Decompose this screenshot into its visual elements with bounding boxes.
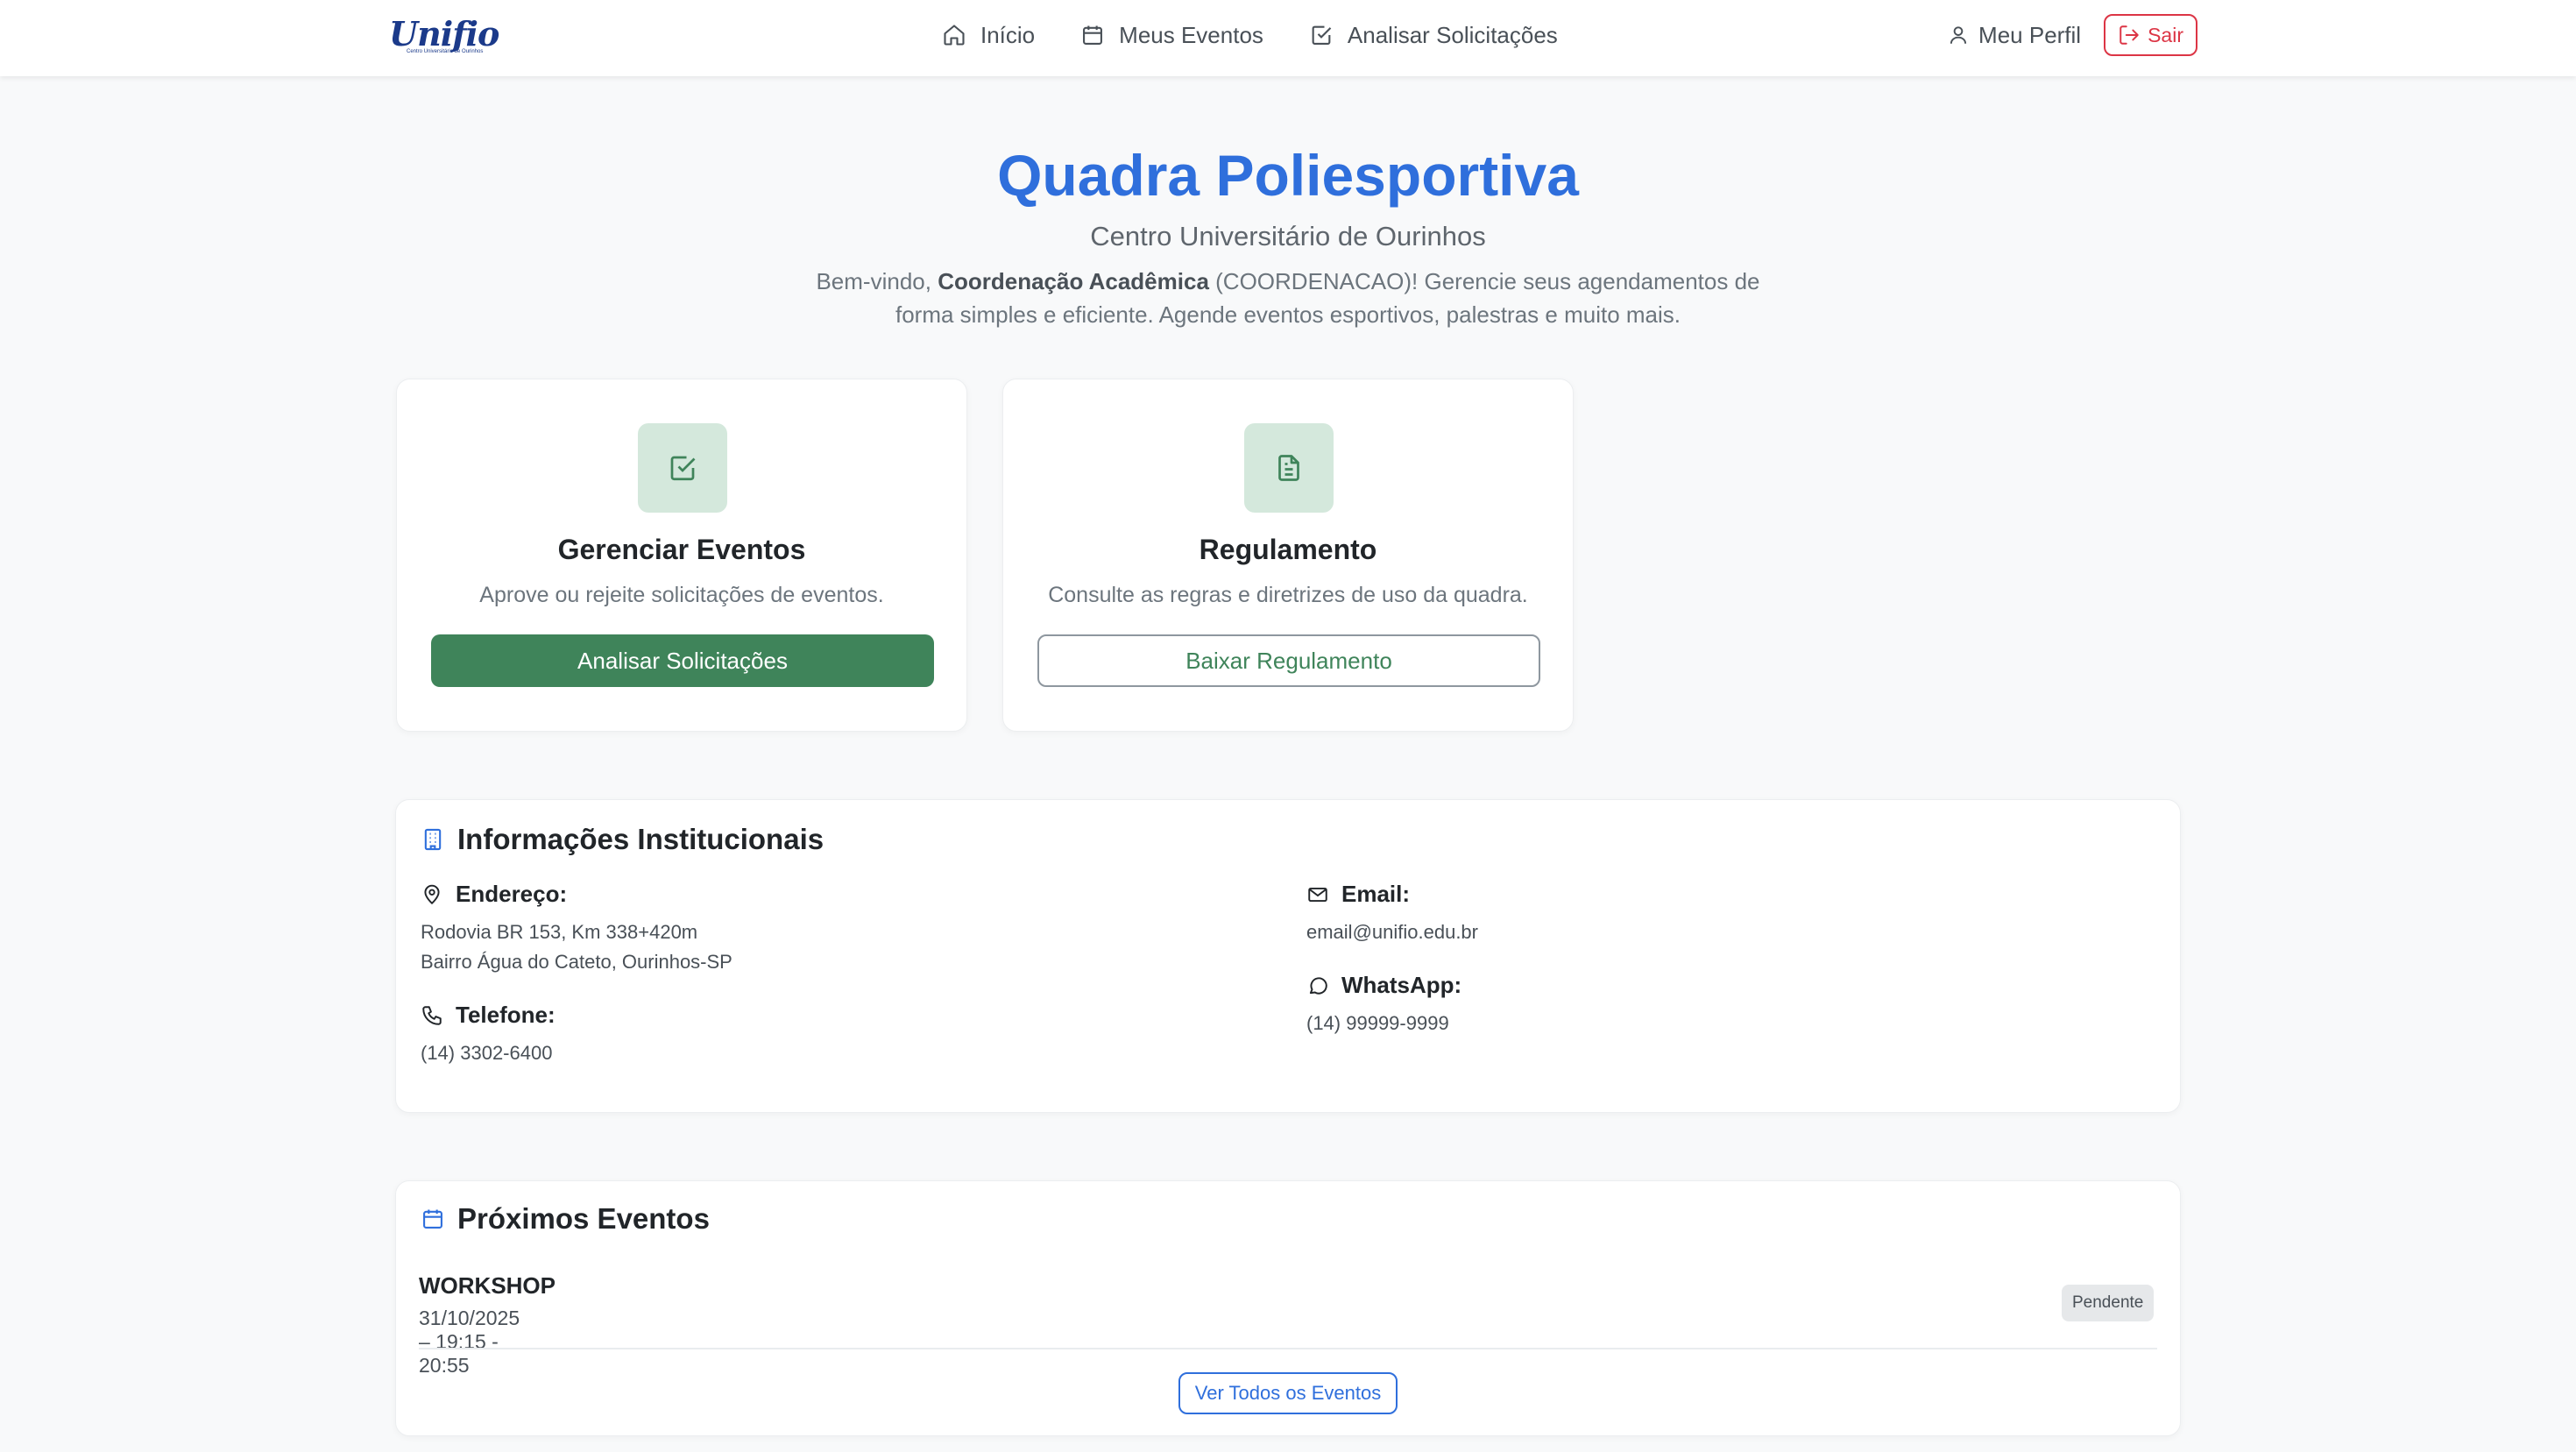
card-icon-box	[638, 423, 727, 513]
home-icon	[944, 25, 965, 46]
event-divider	[419, 1348, 2157, 1349]
whatsapp-label-text: WhatsApp:	[1341, 972, 1462, 998]
nav-link-label: Analisar Solicitações	[1347, 21, 1558, 48]
profile-link[interactable]: Meu Perfil	[1947, 22, 2081, 49]
info-section-title: Informações Institucionais	[421, 823, 824, 856]
card-description: Aprove ou rejeite solicitações de evento…	[479, 583, 884, 607]
info-title-text: Informações Institucionais	[457, 823, 824, 855]
baixar-regulamento-button[interactable]: Baixar Regulamento	[1037, 634, 1540, 687]
user-icon	[1950, 26, 1967, 44]
nav-right: Meu Perfil Sair	[1947, 0, 2197, 70]
page-title: Quadra Poliesportiva	[997, 143, 1579, 208]
phone-label-text: Telefone:	[456, 1002, 556, 1028]
email-label: Email:	[1306, 881, 1410, 908]
address-label: Endereço:	[421, 881, 567, 908]
event-datetime: 31/10/2025 – 19:15 - 20:55	[419, 1307, 520, 1377]
card-gerenciar-eventos: Gerenciar Eventos Aprove ou rejeite soli…	[396, 379, 967, 732]
profile-label: Meu Perfil	[1978, 21, 2082, 48]
nav-link-analisar-solicitacoes[interactable]: Analisar Solicitações	[1309, 22, 1558, 49]
logo-subtitle: Centro Universitário de Ourinhos	[407, 48, 484, 54]
top-navbar: Unifio Centro Universitário de Ourinhos …	[0, 0, 2576, 76]
page-subtitle: Centro Universitário de Ourinhos	[1090, 221, 1486, 251]
welcome-text: Bem-vindo, Coordenação Acadêmica (COORDE…	[806, 265, 1770, 331]
status-badge: Pendente	[2062, 1285, 2155, 1321]
main-nav: Início Meus Eventos Analisar Solicitaçõe…	[942, 0, 1558, 70]
whatsapp-value[interactable]: (14) 99999-9999	[1306, 1009, 1449, 1038]
calendar-icon	[423, 1209, 442, 1229]
events-section-title: Próximos Eventos	[421, 1202, 710, 1236]
user-name: Coordenação Acadêmica	[938, 268, 1209, 294]
calendar-icon	[1083, 25, 1103, 45]
address-line-1: Rodovia BR 153, Km 338+420m	[421, 921, 698, 943]
event-name: WORKSHOP	[419, 1272, 556, 1299]
analisar-solicitacoes-button[interactable]: Analisar Solicitações	[431, 634, 934, 687]
building-icon	[424, 828, 442, 851]
logout-label: Sair	[2148, 23, 2183, 46]
nav-link-meus-eventos[interactable]: Meus Eventos	[1080, 22, 1263, 49]
card-title: Gerenciar Eventos	[557, 534, 806, 565]
document-icon	[1278, 455, 1299, 481]
phone-label: Telefone:	[421, 1002, 556, 1029]
map-pin-icon	[424, 884, 440, 904]
see-all-events-button[interactable]: Ver Todos os Eventos	[1178, 1372, 1398, 1414]
card-regulamento: Regulamento Consulte as regras e diretri…	[1002, 379, 1574, 732]
logout-button[interactable]: Sair	[2104, 14, 2197, 56]
institutional-info-card: Informações Institucionais Endereço: Rod…	[395, 799, 2181, 1113]
nav-link-label: Meus Eventos	[1119, 21, 1263, 48]
phone-value: (14) 3302-6400	[421, 1042, 553, 1064]
card-title: Regulamento	[1199, 534, 1377, 565]
nav-link-label: Início	[980, 21, 1036, 48]
address-line-2: Bairro Água do Cateto, Ourinhos-SP	[421, 951, 732, 973]
phone-icon	[422, 1005, 442, 1025]
card-icon-box	[1244, 423, 1334, 513]
events-title-text: Próximos Eventos	[457, 1202, 710, 1235]
welcome-prefix: Bem-vindo,	[816, 268, 938, 294]
check-square-icon	[1312, 25, 1332, 45]
card-description: Consulte as regras e diretrizes de uso d…	[1048, 583, 1528, 607]
check-square-icon	[670, 456, 696, 481]
mail-icon	[1308, 887, 1327, 902]
email-value[interactable]: email@unifio.edu.br	[1306, 917, 1478, 947]
unifio-logo[interactable]: Unifio Centro Universitário de Ourinhos	[389, 13, 510, 56]
address-label-text: Endereço:	[456, 881, 568, 907]
email-label-text: Email:	[1341, 881, 1411, 907]
logo-wordmark: Unifio	[389, 13, 499, 53]
chat-bubble-icon	[1309, 976, 1327, 995]
logout-icon	[2120, 25, 2139, 45]
nav-link-inicio[interactable]: Início	[942, 22, 1035, 49]
whatsapp-label: WhatsApp:	[1306, 972, 1461, 999]
